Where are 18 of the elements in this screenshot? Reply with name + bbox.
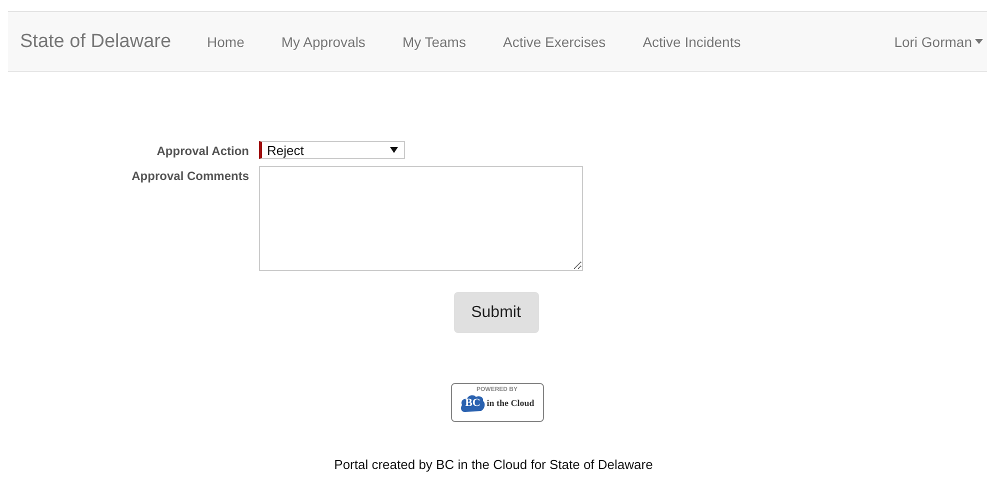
nav-link[interactable]: My Teams [402, 34, 466, 50]
footer-text: Portal created by BC in the Cloud for State of Delaware [334, 457, 653, 472]
brand-link[interactable]: State of Delaware [20, 30, 172, 52]
logo-mark: BC [465, 397, 480, 409]
field-label: Approval Comments [130, 168, 249, 185]
nav-link[interactable]: My Approvals [281, 34, 366, 50]
action-select[interactable]: Reject [259, 141, 405, 159]
caret-icon [975, 39, 983, 44]
cloud-icon [460, 393, 486, 413]
comments-field[interactable] [259, 166, 583, 271]
caret-icon [390, 147, 398, 153]
logo-name: in the Cloud [486, 398, 534, 408]
nav-link[interactable]: Active Incidents [642, 34, 741, 50]
nav-link[interactable]: Home [207, 34, 244, 50]
user-menu[interactable]: Lori Gorman [894, 34, 983, 50]
nav-link[interactable]: Active Exercises [502, 34, 606, 50]
submit-button[interactable]: Submit [454, 292, 538, 333]
field-label: Approval Action [156, 143, 249, 159]
